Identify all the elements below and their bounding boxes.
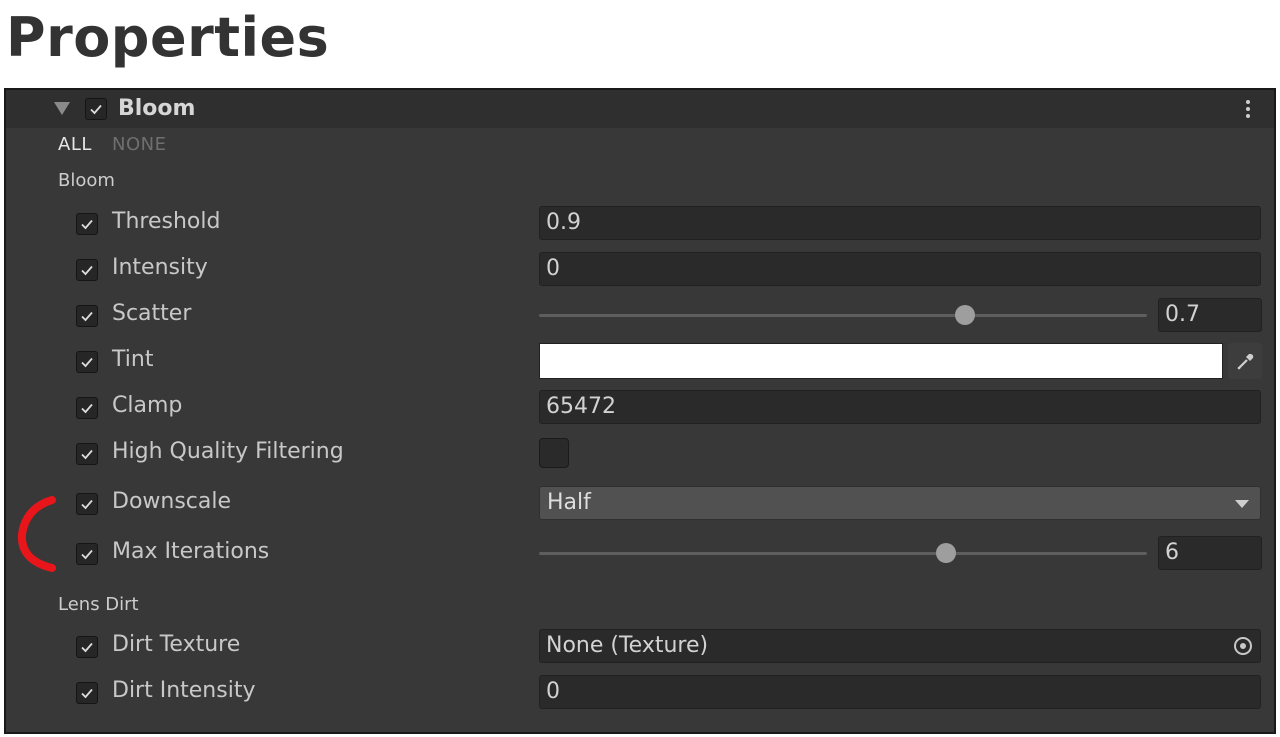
check-icon	[81, 357, 93, 368]
toggle-all-button[interactable]: ALL	[58, 134, 92, 155]
threshold-input[interactable]: 0.9	[539, 206, 1261, 240]
intensity-input[interactable]: 0	[539, 252, 1261, 286]
max-iterations-value-input[interactable]: 6	[1158, 536, 1262, 570]
section-header-bloom: Bloom	[58, 170, 115, 191]
threshold-override-checkbox[interactable]	[76, 213, 98, 235]
dirt-intensity-input[interactable]: 0	[539, 675, 1261, 709]
intensity-override-checkbox[interactable]	[76, 259, 98, 281]
tint-override-checkbox[interactable]	[76, 351, 98, 373]
scatter-value-input[interactable]: 0.7	[1158, 298, 1262, 332]
max-iterations-label: Max Iterations	[112, 539, 270, 564]
check-icon	[90, 104, 102, 115]
dirt-texture-object-field[interactable]: None (Texture)	[539, 629, 1261, 663]
foldout-triangle-icon[interactable]	[54, 102, 70, 115]
clamp-input[interactable]: 65472	[539, 390, 1261, 424]
hq-filtering-override-checkbox[interactable]	[76, 443, 98, 465]
check-icon	[81, 311, 93, 322]
red-annotation-bracket	[17, 496, 56, 572]
dirt-intensity-override-checkbox[interactable]	[76, 682, 98, 704]
check-icon	[81, 549, 93, 560]
chevron-down-icon	[1235, 500, 1249, 508]
downscale-label: Downscale	[112, 489, 232, 514]
section-header-lens-dirt: Lens Dirt	[58, 594, 139, 615]
target-icon[interactable]	[1234, 637, 1252, 655]
scatter-label: Scatter	[112, 301, 192, 326]
max-iterations-slider-track[interactable]	[539, 552, 1147, 555]
eyedropper-icon	[1237, 354, 1254, 370]
bloom-override-panel: Bloom ALL NONE Bloom Threshold 0.9 Inten…	[4, 88, 1276, 734]
check-icon	[81, 642, 93, 653]
dirt-texture-label: Dirt Texture	[112, 632, 241, 657]
bloom-enabled-checkbox[interactable]	[85, 98, 107, 120]
component-header[interactable]: Bloom	[6, 90, 1274, 128]
check-icon	[81, 449, 93, 460]
check-icon	[81, 219, 93, 230]
max-iterations-override-checkbox[interactable]	[76, 543, 98, 565]
threshold-label: Threshold	[112, 209, 221, 234]
tint-color-swatch[interactable]	[539, 343, 1223, 379]
dirt-texture-value: None (Texture)	[546, 633, 709, 658]
component-title: Bloom	[118, 96, 196, 121]
intensity-label: Intensity	[112, 255, 208, 280]
dirt-texture-override-checkbox[interactable]	[76, 636, 98, 658]
kebab-menu-icon[interactable]	[1246, 100, 1252, 120]
clamp-label: Clamp	[112, 393, 183, 418]
downscale-dropdown[interactable]: Half	[539, 486, 1261, 520]
tint-label: Tint	[112, 347, 154, 372]
check-icon	[81, 265, 93, 276]
downscale-override-checkbox[interactable]	[76, 493, 98, 515]
check-icon	[81, 499, 93, 510]
eyedropper-button[interactable]	[1228, 343, 1262, 379]
page-title: Properties	[6, 6, 330, 69]
downscale-selected-value: Half	[547, 490, 591, 515]
hq-filtering-label: High Quality Filtering	[112, 439, 344, 464]
scatter-slider-handle[interactable]	[954, 305, 975, 325]
check-icon	[81, 688, 93, 699]
scatter-override-checkbox[interactable]	[76, 305, 98, 327]
max-iterations-slider-handle[interactable]	[936, 543, 957, 563]
clamp-override-checkbox[interactable]	[76, 397, 98, 419]
check-icon	[81, 403, 93, 414]
toggle-none-button[interactable]: NONE	[112, 134, 166, 155]
hq-filtering-toggle[interactable]	[539, 438, 569, 468]
scatter-slider-track[interactable]	[539, 314, 1147, 317]
dirt-intensity-label: Dirt Intensity	[112, 678, 256, 703]
